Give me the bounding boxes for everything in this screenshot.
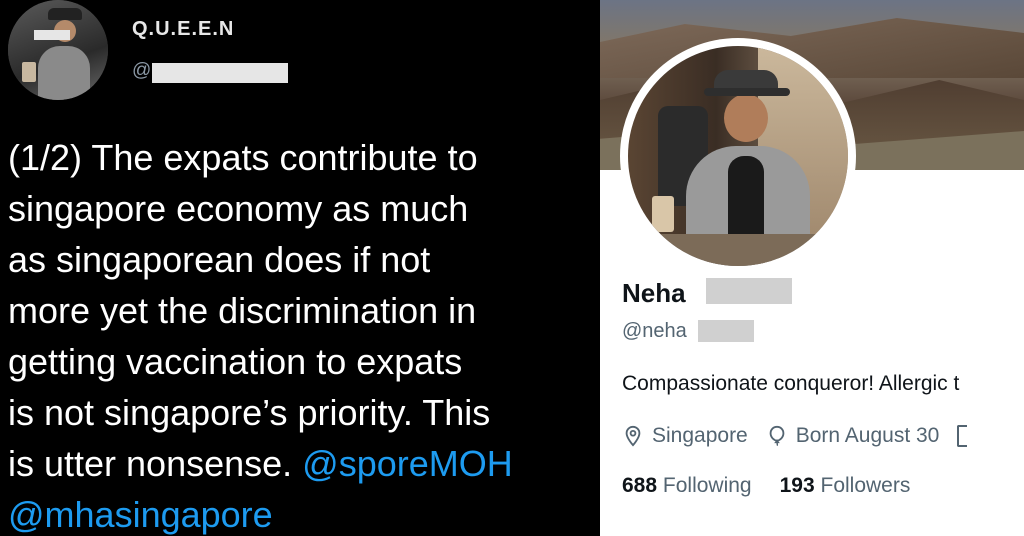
profile-panel: Neha @neha Compassionate conqueror! Alle… [600, 0, 1024, 536]
tweet-author-handle[interactable]: @ [132, 60, 151, 82]
tweet-line: getting vaccination to expats [8, 341, 463, 382]
profile-meta: Singapore Born August 30 [622, 424, 968, 448]
mention-mhasingapore-link[interactable]: @mhasingapore [8, 494, 273, 535]
handle-redaction [152, 63, 288, 83]
tweet-line: more yet the discrimination in [8, 290, 477, 331]
tweet-author-name[interactable]: Q.U.E.E.N [132, 18, 234, 41]
following-label: Following [662, 474, 752, 497]
tweet-line: is utter nonsense. @sporeMOH [8, 438, 593, 489]
name-redaction [706, 278, 792, 304]
following-count: 688 [622, 474, 658, 497]
followers-count: 193 [779, 474, 815, 497]
tweet-author-avatar[interactable] [8, 0, 108, 100]
tweet-line: (1/2) The expats contribute to [8, 137, 478, 178]
profile-follow-stats: 688 Following 193 Followers [622, 474, 910, 498]
profile-bio: Compassionate conqueror! Allergic t [622, 372, 960, 395]
handle-redaction [698, 320, 754, 342]
tweet-line: @mhasingapore [8, 489, 593, 536]
profile-name: Neha [622, 278, 686, 308]
calendar-icon [957, 425, 968, 447]
following-link[interactable]: 688 Following [622, 474, 752, 497]
birthday-item: Born August 30 [766, 424, 940, 448]
location-pin-icon [625, 425, 641, 447]
tweet-panel: Q.U.E.E.N @ (1/2) The expats contribute … [0, 0, 600, 536]
mention-sporemoh-link[interactable]: @sporeMOH [302, 443, 513, 484]
followers-link[interactable]: 193 Followers [780, 474, 911, 497]
profile-handle: @neha [622, 320, 687, 342]
balloon-icon [769, 425, 785, 447]
profile-avatar[interactable] [620, 38, 856, 274]
tweet-body: (1/2) The expats contribute to singapore… [8, 132, 593, 536]
avatar-redaction [34, 30, 70, 40]
tweet-line: singapore economy as much [8, 188, 469, 229]
location-item: Singapore [622, 424, 748, 448]
followers-label: Followers [820, 474, 911, 497]
tweet-line: is not singapore’s priority. This [8, 392, 491, 433]
location-text: Singapore [652, 424, 748, 447]
tweet-line-text: is utter nonsense. [8, 443, 303, 484]
birthday-text: Born August 30 [795, 424, 940, 447]
tweet-line: as singaporean does if not [8, 239, 431, 280]
